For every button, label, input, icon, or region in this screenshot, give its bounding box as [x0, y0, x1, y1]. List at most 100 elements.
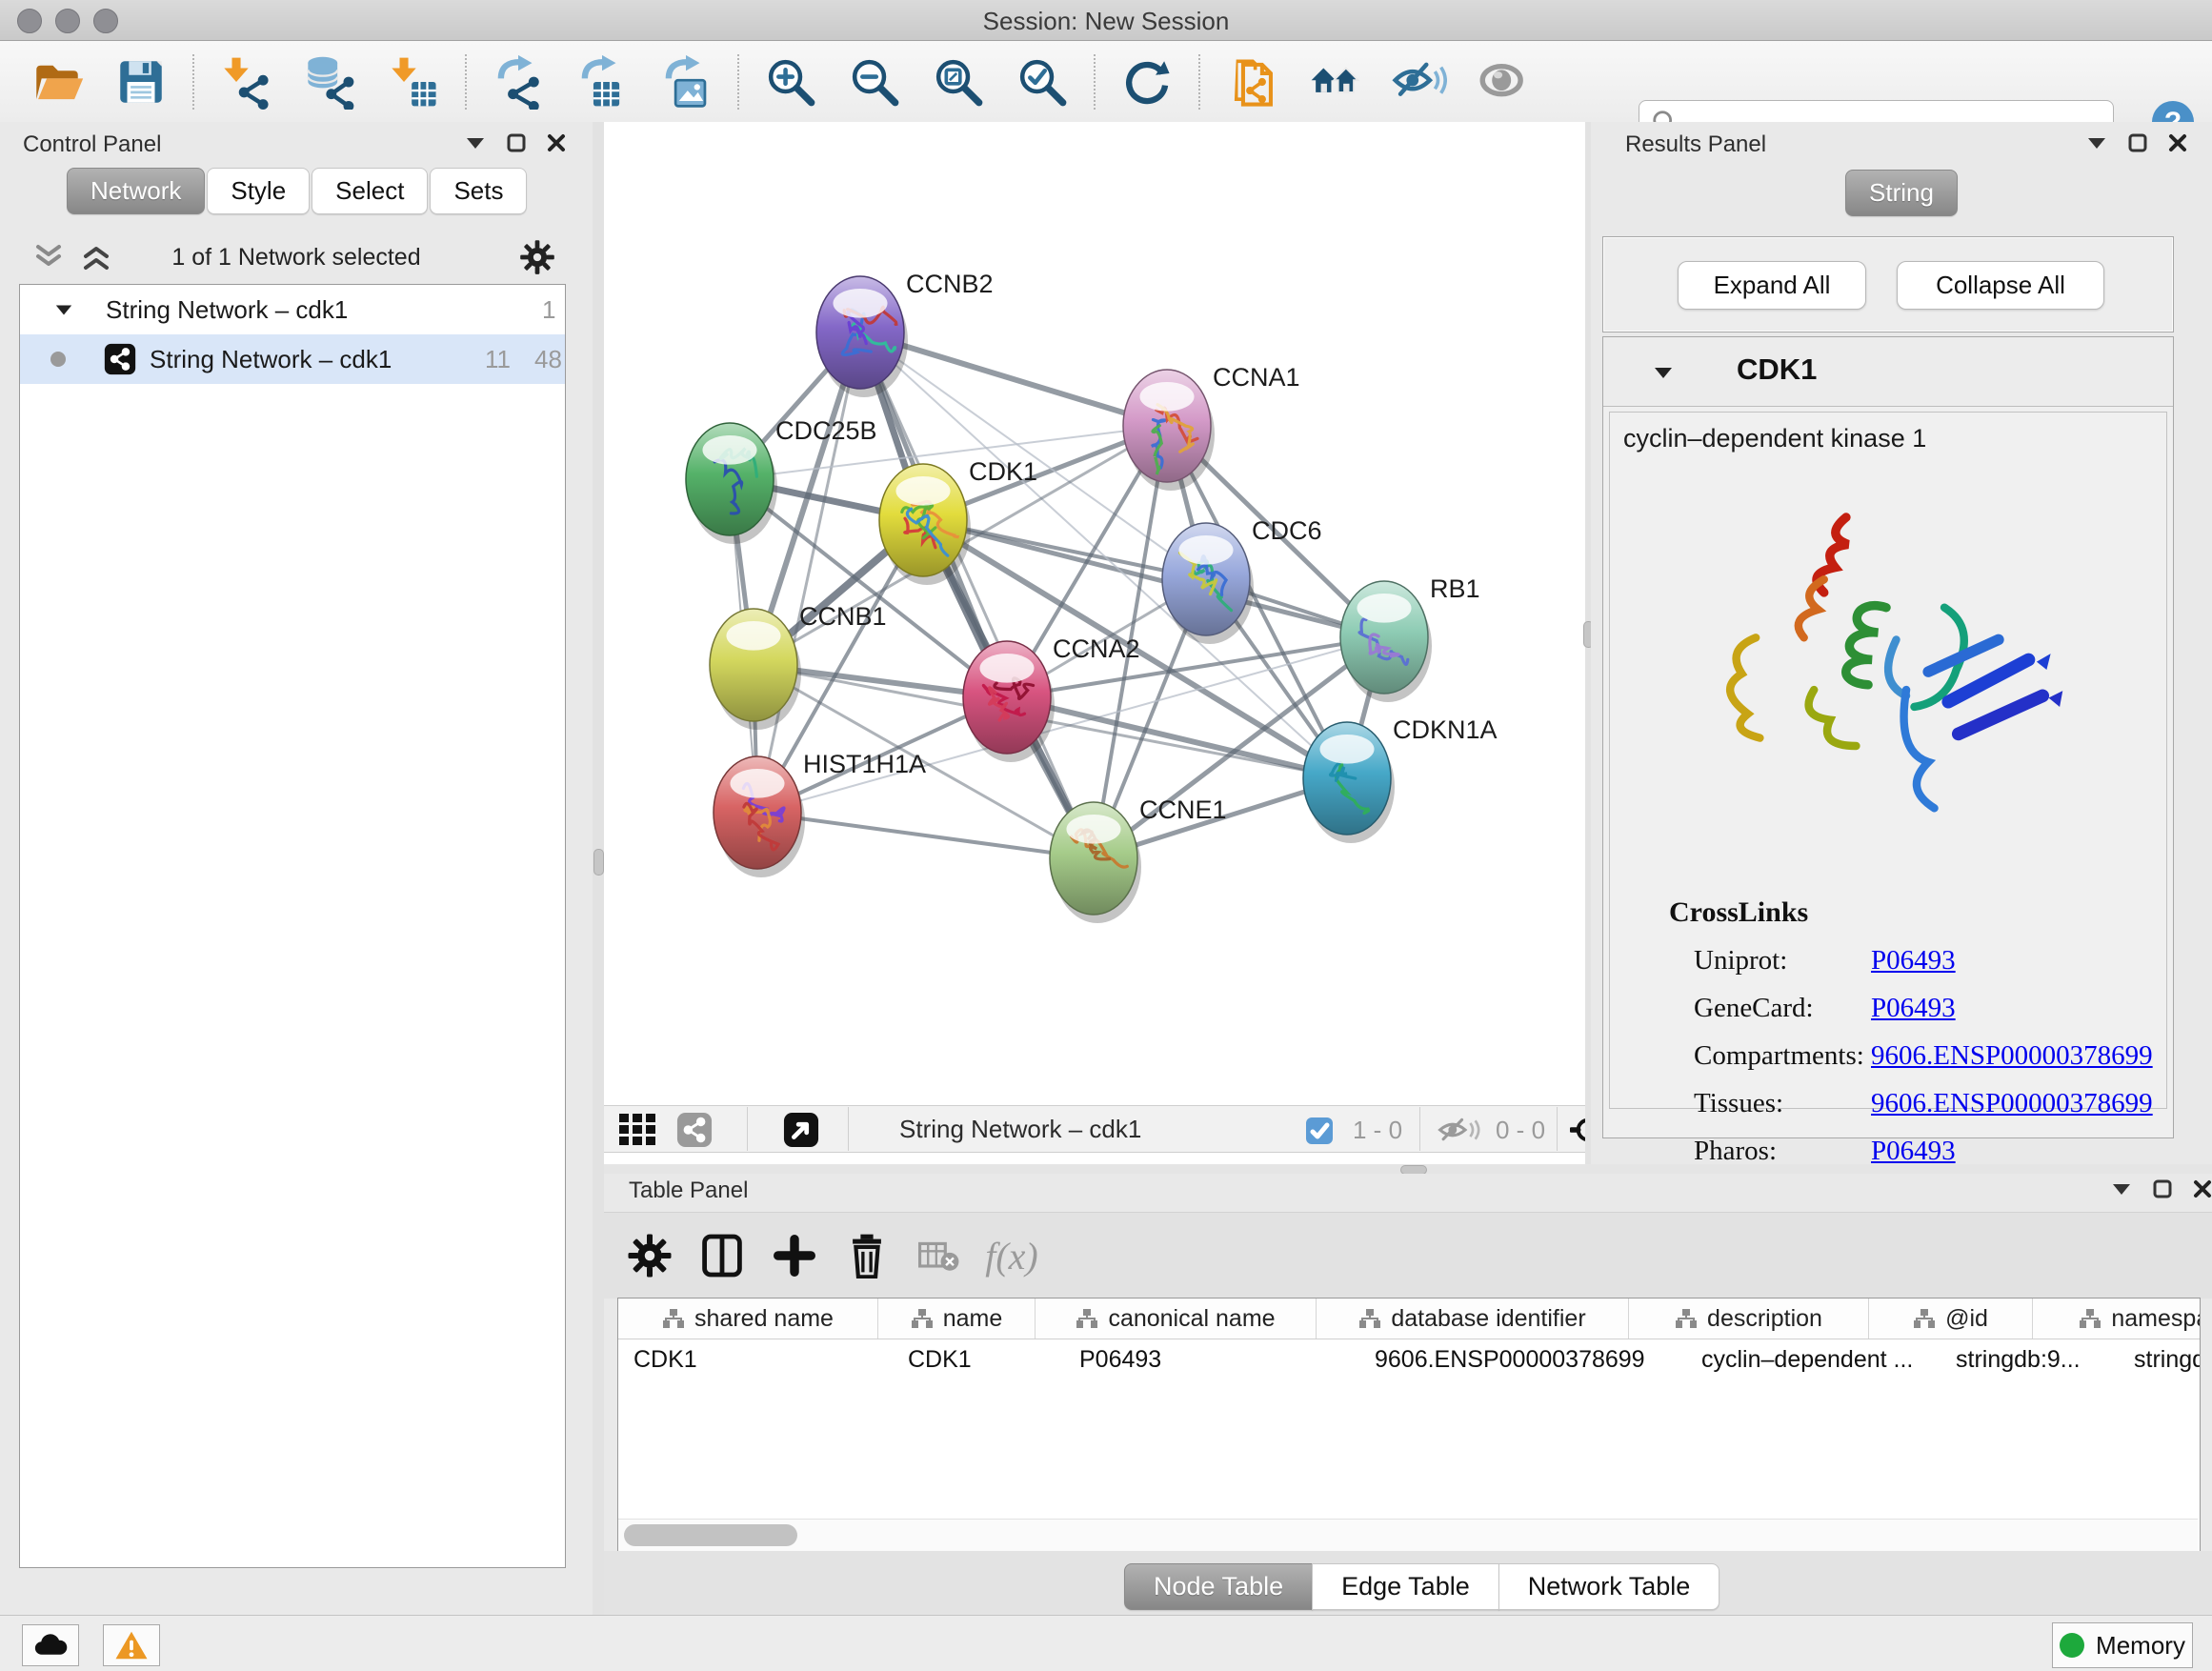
network-edge-HIST1H1A-CCNE1[interactable]: [757, 813, 1094, 858]
crosslink-label: GeneCard:: [1694, 993, 1871, 1024]
tab-sets[interactable]: Sets: [430, 168, 527, 214]
table-cell[interactable]: cyclin–dependent ...: [1686, 1339, 1941, 1379]
table-cell[interactable]: CDK1: [893, 1339, 1064, 1379]
export-table-icon[interactable]: [572, 51, 633, 112]
toolbar-separator: [737, 54, 739, 110]
hide-selected-icon[interactable]: [1389, 51, 1450, 112]
crosslink-link[interactable]: 9606.ENSP00000378699: [1871, 1088, 2153, 1119]
show-columns-icon[interactable]: [695, 1229, 749, 1282]
network-options-gear-icon[interactable]: [519, 239, 555, 275]
create-column-icon[interactable]: [768, 1229, 821, 1282]
crosslink-link[interactable]: P06493: [1871, 945, 1956, 976]
tab-node-table[interactable]: Node Table: [1124, 1563, 1313, 1610]
close-panel-icon[interactable]: [547, 133, 566, 152]
network-node-HIST1H1A[interactable]: HIST1H1A: [714, 750, 926, 877]
network-node-CDKN1A[interactable]: CDKN1A: [1303, 715, 1498, 843]
tab-edge-table[interactable]: Edge Table: [1312, 1563, 1499, 1610]
network-node-CDC6[interactable]: CDC6: [1162, 516, 1322, 644]
gene-header-row[interactable]: CDK1: [1603, 337, 2173, 407]
network-graph[interactable]: CCNB2CCNA1CDC25BCDK1CDC6RB1CCNB1CCNA2CDK…: [604, 122, 1585, 1105]
collapse-panel-icon[interactable]: [2111, 1182, 2132, 1196]
tab-string-results[interactable]: String: [1845, 170, 1958, 216]
share-file-icon[interactable]: [1221, 51, 1282, 112]
zoom-selected-icon[interactable]: [1012, 51, 1073, 112]
column-header-canonical-name[interactable]: canonical name: [1036, 1299, 1317, 1339]
collapse-all-button[interactable]: Collapse All: [1897, 261, 2104, 310]
table-cell[interactable]: stringdb:9...: [1941, 1339, 2119, 1379]
network-node-CCNB2[interactable]: CCNB2: [816, 270, 994, 397]
crosslink-label: Tissues:: [1694, 1088, 1871, 1119]
network-node-RB1[interactable]: RB1: [1340, 574, 1480, 702]
table-panel: Table Panel: [604, 1174, 2212, 1551]
column-header-id[interactable]: @id: [1869, 1299, 2033, 1339]
network-node-CDC25B[interactable]: CDC25B: [686, 416, 877, 544]
results-actions-box: Expand All Collapse All: [1602, 236, 2174, 332]
float-panel-icon[interactable]: [507, 133, 526, 152]
collection-expander-icon[interactable]: [54, 303, 73, 316]
network-edge-CCNB2-CCNE1[interactable]: [860, 332, 1094, 858]
homes-icon[interactable]: [1305, 51, 1366, 112]
import-network-database-icon[interactable]: [299, 51, 360, 112]
import-network-icon[interactable]: [215, 51, 276, 112]
network-node-CCNE1[interactable]: CCNE1: [1050, 795, 1227, 923]
cloud-button[interactable]: [22, 1624, 79, 1666]
refresh-icon[interactable]: [1116, 51, 1177, 112]
window-title: Session: New Session: [0, 7, 2212, 36]
crosslink-link[interactable]: P06493: [1871, 993, 1956, 1024]
open-session-icon[interactable]: [27, 51, 88, 112]
protein-structure-image: [1696, 479, 2077, 860]
left-pane-divider[interactable]: [593, 122, 604, 1615]
network-collection-row[interactable]: String Network – cdk1 1: [20, 285, 565, 334]
network-canvas[interactable]: CCNB2CCNA1CDC25BCDK1CDC6RB1CCNB1CCNA2CDK…: [604, 122, 1585, 1164]
table-cell[interactable]: stringdb: [2119, 1339, 2201, 1379]
tab-select[interactable]: Select: [312, 168, 428, 214]
column-header-name[interactable]: name: [878, 1299, 1036, 1339]
share-view-icon[interactable]: [676, 1112, 713, 1148]
float-panel-icon[interactable]: [2153, 1179, 2172, 1198]
column-header-shared-name[interactable]: shared name: [618, 1299, 878, 1339]
crosslink-label: Uniprot:: [1694, 945, 1871, 976]
delete-column-trash-icon[interactable]: [840, 1229, 894, 1282]
tab-network[interactable]: Network: [67, 168, 205, 214]
expand-all-button[interactable]: Expand All: [1678, 261, 1866, 310]
float-panel-icon[interactable]: [2128, 133, 2147, 152]
table-row[interactable]: CDK1CDK1P064939606.ENSP00000378699cyclin…: [618, 1339, 2200, 1379]
save-session-icon[interactable]: [111, 51, 171, 112]
collapse-panel-icon[interactable]: [2086, 136, 2107, 150]
memory-button[interactable]: Memory: [2052, 1622, 2193, 1668]
column-header-database-identifier[interactable]: database identifier: [1317, 1299, 1629, 1339]
table-cell[interactable]: 9606.ENSP00000378699: [1359, 1339, 1686, 1379]
zoom-in-icon[interactable]: [760, 51, 821, 112]
table-cell[interactable]: CDK1: [618, 1339, 893, 1379]
column-header-description[interactable]: description: [1629, 1299, 1869, 1339]
network-node-CDK1[interactable]: CDK1: [879, 457, 1037, 585]
column-header-namespace[interactable]: namespace: [2033, 1299, 2201, 1339]
table-settings-gear-icon[interactable]: [623, 1229, 676, 1282]
network-edge-CCNB2-HIST1H1A[interactable]: [757, 332, 860, 813]
warnings-button[interactable]: [103, 1624, 160, 1666]
export-image-icon[interactable]: [655, 51, 716, 112]
table-horizontal-scrollbar[interactable]: [618, 1519, 2198, 1552]
grid-view-icon[interactable]: [619, 1114, 657, 1146]
crosslink-link[interactable]: 9606.ENSP00000378699: [1871, 1040, 2153, 1072]
zoom-out-icon[interactable]: [844, 51, 905, 112]
network-row[interactable]: String Network – cdk1 11 48: [20, 334, 565, 384]
table-pane-divider[interactable]: [604, 1164, 2212, 1174]
show-all-icon[interactable]: [1473, 51, 1534, 112]
collapse-panel-icon[interactable]: [465, 136, 486, 150]
tab-network-table[interactable]: Network Table: [1498, 1563, 1720, 1610]
zoom-fit-icon[interactable]: [928, 51, 989, 112]
table-cell[interactable]: P06493: [1064, 1339, 1359, 1379]
birds-eye-view-icon[interactable]: [783, 1112, 819, 1148]
close-panel-icon[interactable]: [2193, 1179, 2212, 1198]
node-label-CCNA2: CCNA2: [1053, 634, 1140, 663]
selected-checkbox-icon[interactable]: [1305, 1117, 1334, 1145]
tab-style[interactable]: Style: [207, 168, 310, 214]
export-network-icon[interactable]: [488, 51, 549, 112]
crosslink-link[interactable]: P06493: [1871, 1136, 1956, 1167]
collection-count: 1: [542, 295, 555, 325]
gene-expander-icon[interactable]: [1653, 366, 1674, 379]
import-table-icon[interactable]: [383, 51, 444, 112]
close-panel-icon[interactable]: [2168, 133, 2187, 152]
node-table[interactable]: shared namenamecanonical namedatabase id…: [617, 1298, 2201, 1553]
